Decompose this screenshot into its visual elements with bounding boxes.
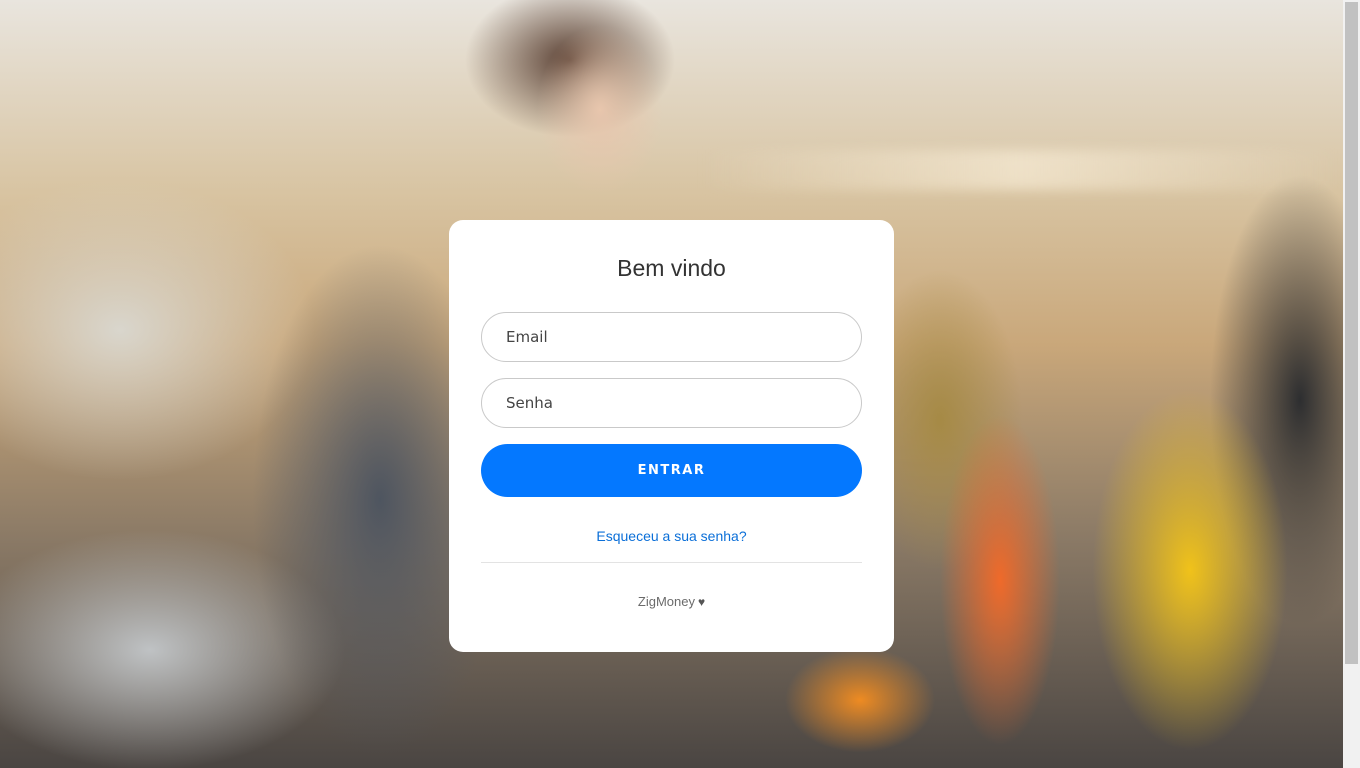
- scrollbar-thumb[interactable]: [1345, 2, 1358, 664]
- scrollbar[interactable]: [1343, 0, 1360, 768]
- forgot-password-link[interactable]: Esqueceu a sua senha?: [481, 527, 862, 545]
- background-lights: [700, 150, 1343, 190]
- divider: [481, 562, 862, 563]
- page-title: Bem vindo: [617, 255, 726, 281]
- login-card: Bem vindo ENTRAR Esqueceu a sua senha? Z…: [449, 220, 894, 652]
- email-field[interactable]: [481, 312, 862, 362]
- footer: ZigMoney ♥: [481, 593, 862, 611]
- page: Bem vindo ENTRAR Esqueceu a sua senha? Z…: [0, 0, 1360, 768]
- brand-name: ZigMoney: [637, 594, 695, 609]
- login-button[interactable]: ENTRAR: [481, 444, 862, 497]
- heart-icon: ♥: [697, 595, 706, 609]
- password-field[interactable]: [481, 378, 862, 428]
